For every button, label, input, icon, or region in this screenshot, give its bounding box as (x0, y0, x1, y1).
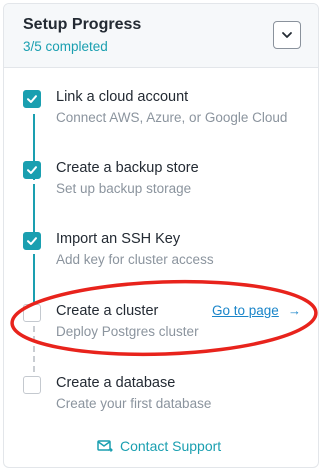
panel-title: Setup Progress (23, 16, 142, 33)
step-checkbox[interactable] (23, 304, 41, 322)
check-icon (27, 237, 37, 245)
step-title: Create a cluster (56, 303, 159, 319)
step-title: Link a cloud account (56, 89, 189, 105)
step-description: Deploy Postgres cluster (56, 324, 199, 339)
contact-support-label: Contact Support (120, 438, 222, 454)
chevron-down-icon (282, 32, 292, 38)
step-create-cluster: Create a cluster Deploy Postgres cluster… (4, 303, 318, 354)
progress-count: 3/5 completed (23, 39, 108, 54)
step-create-database: Create a database Create your first data… (4, 375, 318, 426)
step-checkbox[interactable] (23, 161, 41, 179)
collapse-button[interactable] (273, 21, 301, 49)
contact-support-button[interactable]: Contact Support (97, 438, 221, 454)
step-title: Import an SSH Key (56, 231, 181, 247)
step-description: Create your first database (56, 396, 212, 411)
step-link-cloud-account: Link a cloud account Connect AWS, Azure,… (4, 89, 318, 140)
setup-progress-panel: Setup Progress 3/5 completed Link a clou… (3, 3, 319, 468)
step-checkbox[interactable] (23, 90, 41, 108)
arrow-right-icon[interactable]: → (288, 303, 301, 318)
go-to-page-link[interactable]: Go to page (212, 303, 279, 318)
check-icon (27, 166, 37, 174)
mail-icon (97, 440, 113, 452)
step-description: Add key for cluster access (56, 252, 214, 267)
step-title: Create a database (56, 375, 176, 391)
step-checkbox[interactable] (23, 376, 41, 394)
step-import-ssh-key: Import an SSH Key Add key for cluster ac… (4, 231, 318, 282)
panel-header: Setup Progress 3/5 completed (4, 4, 318, 68)
step-title: Create a backup store (56, 160, 199, 176)
step-create-backup-store: Create a backup store Set up backup stor… (4, 160, 318, 211)
step-description: Connect AWS, Azure, or Google Cloud (56, 110, 288, 125)
step-checkbox[interactable] (23, 232, 41, 250)
step-description: Set up backup storage (56, 181, 192, 196)
check-icon (27, 95, 37, 103)
